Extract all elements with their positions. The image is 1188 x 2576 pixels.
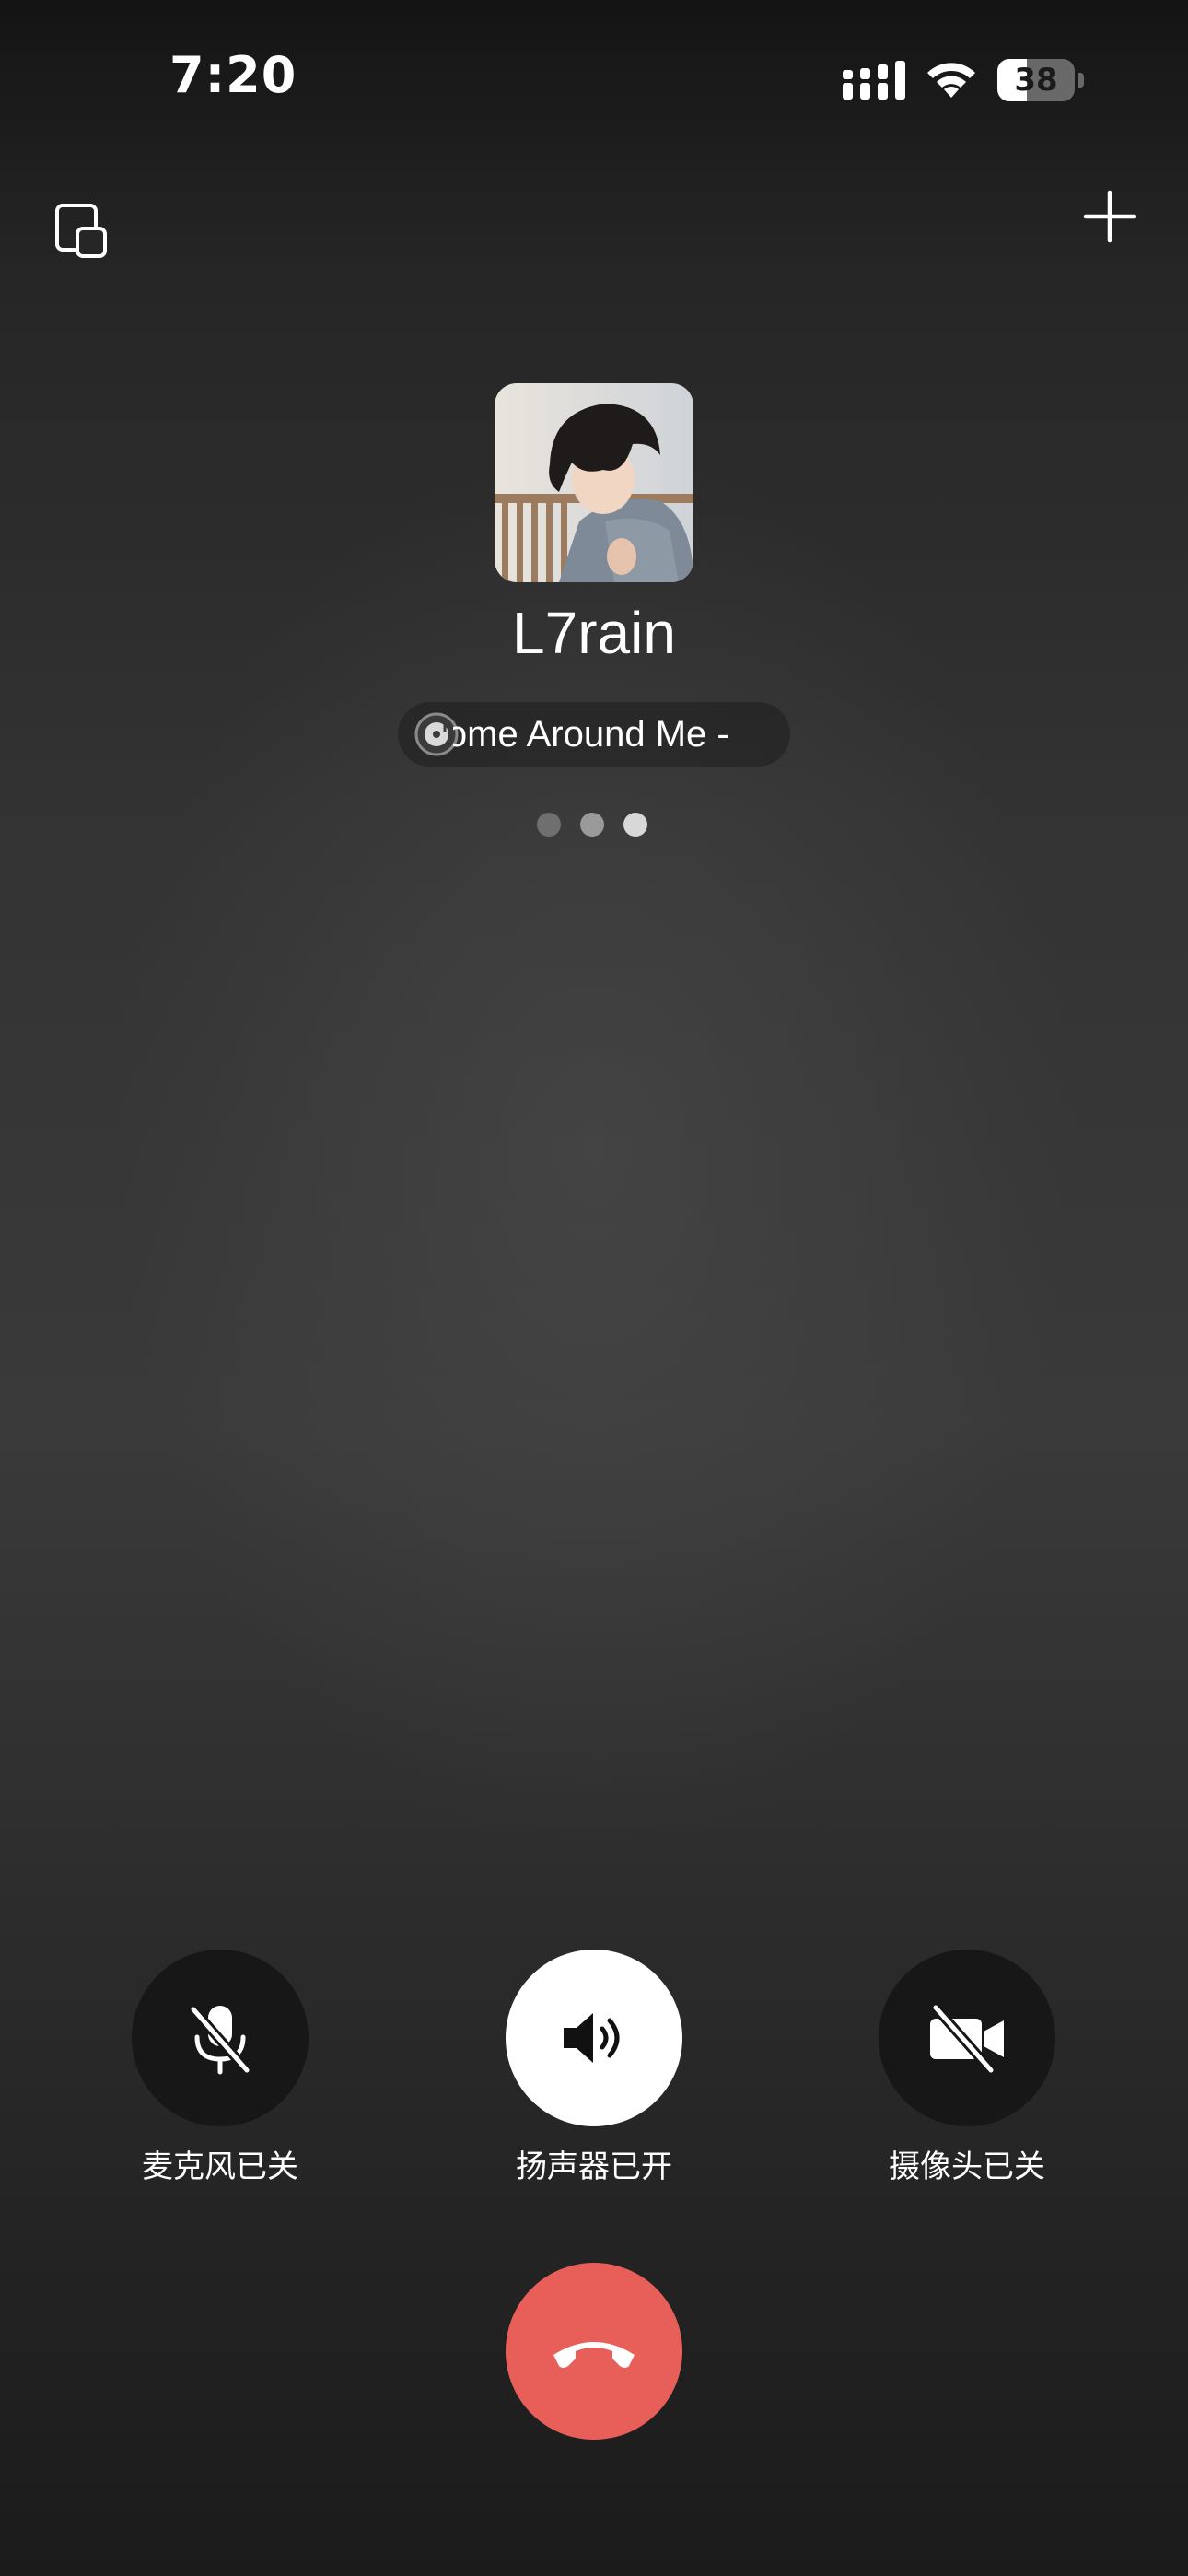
battery-body: 38	[997, 59, 1075, 101]
music-status-text: Come Around Me -	[453, 702, 775, 767]
battery-cap	[1078, 73, 1084, 88]
plus-icon	[1083, 190, 1136, 243]
camera-off-icon	[930, 2002, 1004, 2076]
speaker-on-icon	[564, 2013, 620, 2063]
cellular-signal-icon	[843, 61, 905, 100]
calling-dot	[537, 813, 561, 837]
mic-toggle-button[interactable]	[132, 1950, 309, 2126]
music-disc-icon	[414, 712, 459, 756]
speaker-toggle[interactable]: 扬声器已开	[506, 1950, 682, 2186]
status-time: 7:20	[169, 46, 297, 104]
avatar-photo	[495, 383, 693, 582]
calling-dot	[580, 813, 604, 837]
wifi-icon	[927, 63, 975, 98]
hang-up-icon	[553, 2342, 635, 2368]
camera-label: 摄像头已关	[889, 2149, 1045, 2185]
minimize-call-button[interactable]	[41, 190, 123, 273]
caller-avatar[interactable]	[495, 383, 693, 582]
add-participant-button[interactable]	[1068, 175, 1151, 258]
call-screen: 7:20 38 L7rain ome Around Me - 麦克风已关 扬声器…	[0, 0, 1188, 2576]
speaker-toggle-button[interactable]	[506, 1950, 682, 2126]
picture-in-picture-icon	[55, 204, 107, 258]
mic-off-icon	[188, 2004, 252, 2076]
battery-indicator: 38	[997, 59, 1084, 101]
camera-toggle-button[interactable]	[879, 1950, 1055, 2126]
caller-name: L7rain	[512, 600, 676, 666]
calling-dot	[623, 813, 647, 837]
hang-up-button[interactable]	[506, 2263, 682, 2440]
music-status-label: Come Around Me -	[453, 714, 729, 755]
mic-label: 麦克风已关	[142, 2149, 298, 2185]
calling-indicator	[537, 813, 651, 838]
speaker-label: 扬声器已开	[516, 2149, 672, 2185]
camera-toggle[interactable]: 摄像头已关	[879, 1950, 1055, 2186]
mic-toggle[interactable]: 麦克风已关	[132, 1950, 309, 2186]
battery-percent: 38	[1014, 62, 1058, 99]
music-status-pill[interactable]: Come Around Me -	[398, 702, 790, 767]
